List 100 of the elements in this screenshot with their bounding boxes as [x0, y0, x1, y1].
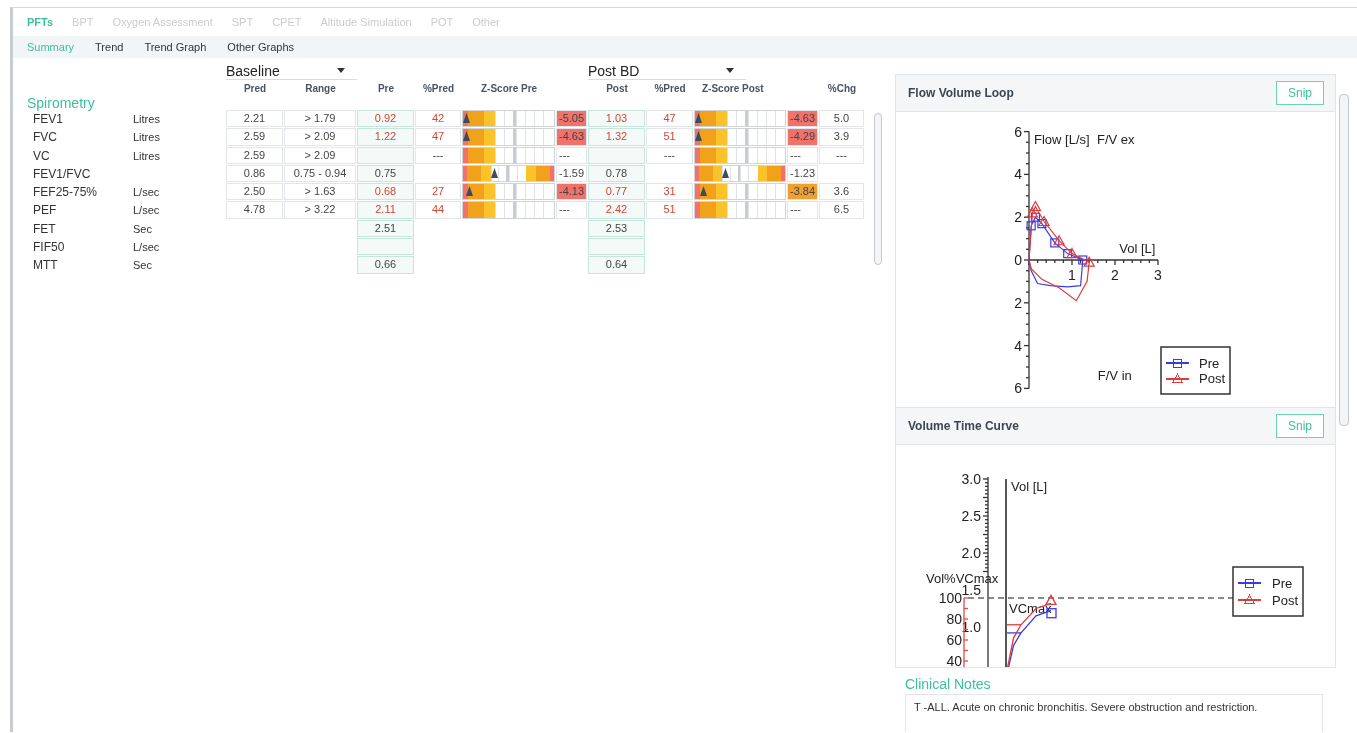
legend-label: Post [1199, 371, 1225, 386]
table-cell: 0.86 [226, 164, 283, 183]
tick-label: 1.0 [961, 619, 981, 635]
tab[interactable]: PFTs [27, 16, 54, 28]
notes-label: Clinical Notes [905, 676, 992, 692]
score-band [484, 184, 495, 200]
table-cell: 1.22 [357, 128, 414, 146]
section-title: Spirometry [27, 96, 96, 110]
tab[interactable]: Trend Graph [144, 41, 207, 53]
tick-label: 0 [1014, 252, 1022, 268]
tab[interactable]: Other Graphs [227, 41, 294, 53]
unit-label: L/sec [133, 241, 160, 254]
tick-label: 4 [1014, 166, 1022, 183]
panel-title: Flow Volume Loop [908, 86, 1014, 100]
z-score-value: -4.63 [556, 128, 587, 146]
table-cell: 0.75 [357, 164, 414, 183]
table-cell: > 1.79 [284, 110, 356, 128]
table-cell: 27 [415, 183, 461, 201]
caret-icon [337, 68, 345, 73]
table-cell: 51 [646, 201, 693, 219]
snip-button[interactable]: Snip [1276, 81, 1325, 105]
unit-label: Litres [133, 149, 160, 162]
unit-label: Litres [133, 113, 160, 125]
z-score-value: -1.23 [787, 164, 818, 183]
snip-button[interactable]: Snip [1276, 414, 1325, 438]
table-cell: 42 [415, 110, 461, 128]
table-cell: 6.5 [819, 201, 864, 219]
column-header: %Pred [421, 83, 456, 96]
legend-label: Pre [1272, 576, 1293, 591]
unit-label: L/sec [133, 204, 160, 217]
table-cell [357, 146, 414, 164]
table-cell: 1.32 [588, 128, 645, 146]
table-cell: 2.51 [357, 219, 414, 238]
table-cell: --- [819, 146, 864, 164]
panel-title: Volume Time Curve [908, 419, 1019, 433]
tick-label: 2 [1014, 209, 1022, 226]
chart-annotation: F/V ex [1097, 131, 1135, 147]
table-cell: 0.77 [588, 183, 645, 201]
unit-label: L/sec [133, 186, 160, 199]
axis-label: Flow [L/s] [1034, 131, 1090, 147]
tab[interactable]: Summary [27, 41, 75, 53]
table-cell: 31 [646, 183, 693, 201]
z-score-value: -5.05 [556, 110, 587, 128]
table-cell: 0.64 [588, 256, 645, 274]
z-score-value: --- [556, 146, 587, 164]
table-cell: 3.9 [819, 128, 864, 146]
parameter-name: FVC [32, 129, 58, 147]
tick-label: 2.5 [961, 508, 981, 524]
z-score-value: --- [556, 201, 587, 219]
table-cell: 2.59 [226, 128, 283, 146]
z-score-value: -1.59 [556, 164, 587, 183]
notes-field[interactable]: T -ALL. Acute on chronic bronchitis. Severe obstruction and restriction. [905, 694, 1323, 732]
z-score-value: -3.84 [787, 183, 818, 201]
parameter-name: FEV1 [32, 111, 64, 128]
post-dropdown[interactable]: Post BD [588, 62, 746, 80]
z-score-value: -4.13 [556, 183, 587, 201]
column-header: Z-Score Pre [480, 83, 539, 96]
table-cell [588, 146, 645, 164]
tick-label: 6 [1014, 380, 1022, 397]
tick-label: 40 [946, 653, 962, 667]
column-header: %Pred [653, 83, 687, 96]
unit-label: Sec [133, 259, 152, 272]
tick-label: 2 [1014, 294, 1022, 311]
tick-label: 3 [1154, 267, 1162, 283]
z-score-value: -4.29 [787, 128, 818, 146]
table-cell: 3.6 [819, 183, 864, 201]
table-cell: 2.59 [226, 146, 283, 164]
table-cell: 0.78 [588, 164, 645, 183]
table-cell: > 3.22 [284, 201, 356, 219]
axis-label: Vol [L] [1011, 479, 1048, 494]
z-score-value: --- [787, 146, 818, 164]
table-cell: > 1.63 [284, 183, 356, 201]
parameter-name: FIF50 [32, 239, 66, 257]
table-cell: 0.92 [357, 110, 414, 128]
unit-label: Litres [133, 131, 160, 144]
chart-annotation: F/V in [1097, 367, 1132, 383]
table-cell: 4.78 [226, 201, 283, 219]
table-cell: 44 [415, 201, 461, 219]
table-cell: > 2.09 [284, 128, 356, 146]
legend-box [1232, 566, 1304, 617]
parameter-name: PEF [32, 202, 58, 220]
column-header: Post [605, 83, 629, 96]
baseline-dropdown[interactable]: Baseline [226, 62, 357, 80]
tick-label: 60 [946, 632, 962, 648]
column-header: Range [304, 83, 337, 96]
tick-label: 3.0 [961, 471, 981, 487]
table-cell: --- [646, 146, 693, 164]
parameter-name: MTT [32, 257, 59, 275]
table-cell [588, 238, 645, 256]
tick-label: 2.0 [961, 545, 981, 561]
table-cell: 47 [646, 110, 693, 128]
tab[interactable]: Trend [95, 41, 124, 53]
table-cell: 1.03 [588, 110, 645, 128]
table-cell: 2.21 [226, 110, 283, 128]
table-cell: 0.68 [357, 183, 414, 201]
parameter-name: VC [32, 147, 51, 165]
table-cell: 5.0 [819, 110, 864, 128]
table-cell: 2.50 [226, 183, 283, 201]
tick-label: 2 [1111, 267, 1119, 283]
parameter-name: FEF25-75% [32, 184, 99, 202]
